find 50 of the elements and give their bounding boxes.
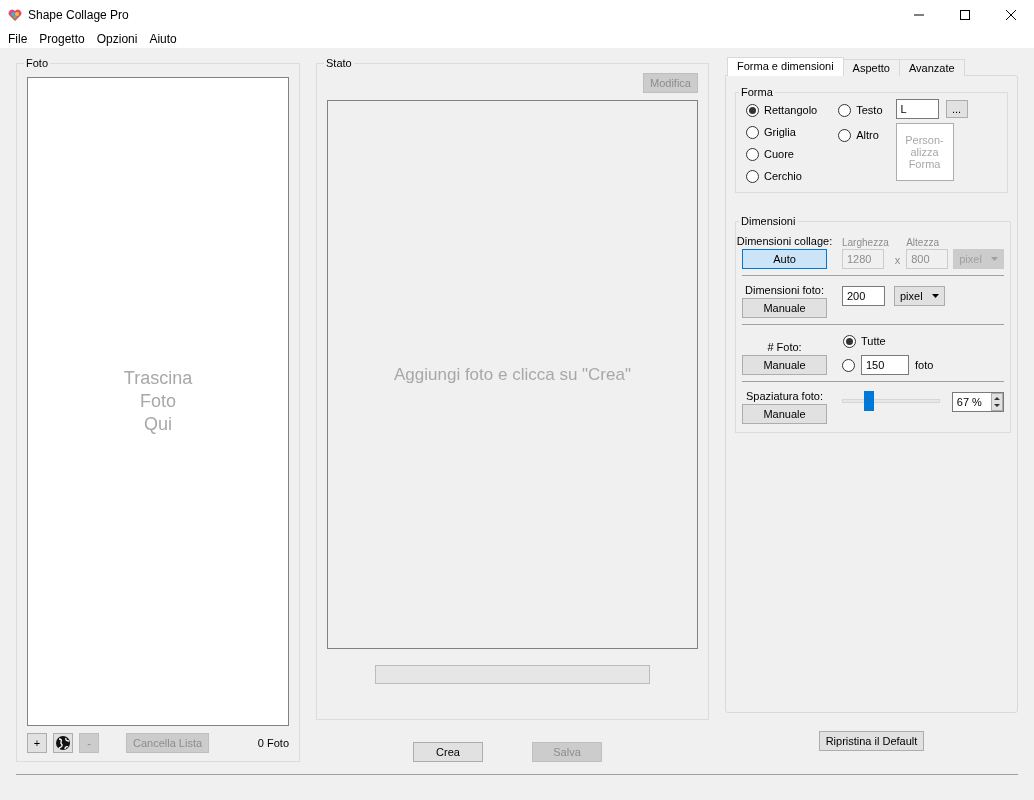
- add-button[interactable]: +: [27, 733, 47, 753]
- field-label: Dimensioni foto:: [745, 284, 824, 296]
- radio-option[interactable]: Cuore: [746, 146, 818, 162]
- field-label: # Foto:: [767, 341, 802, 353]
- group-title: Forma: [740, 86, 774, 98]
- menu-item[interactable]: File: [2, 30, 34, 48]
- action-button[interactable]: Crea: [413, 742, 483, 762]
- menu-item[interactable]: Progetto: [33, 30, 91, 48]
- text-field[interactable]: L: [895, 99, 939, 119]
- radio-option[interactable]: Rettangolo: [746, 102, 818, 118]
- window-title: Shape Collage Pro: [28, 8, 130, 22]
- photo-count: 0 Foto: [257, 737, 289, 749]
- maximize-icon[interactable]: [960, 10, 970, 20]
- tab[interactable]: Aspetto: [842, 59, 900, 76]
- radio-option[interactable]: Tutte: [843, 333, 929, 349]
- close-icon[interactable]: [1006, 10, 1016, 20]
- drop-hint: Trascina Foto Qui: [123, 367, 193, 436]
- caret-icon: [931, 294, 939, 298]
- menu-item[interactable]: Opzioni: [90, 30, 144, 48]
- field-label: Altezza: [906, 237, 940, 248]
- field-label: Spaziatura foto:: [745, 390, 824, 402]
- field-label: Dimensioni collage:: [736, 235, 833, 247]
- preview-hint: Aggiungi foto e clicca su "Crea": [394, 364, 631, 385]
- browse-button[interactable]: ...: [945, 100, 968, 118]
- spacing-spinbox[interactable]: 67 %: [951, 392, 1004, 412]
- size-field[interactable]: 200: [842, 286, 885, 306]
- group-title: Stato: [325, 57, 353, 69]
- unit-dropdown[interactable]: pixel: [894, 286, 945, 306]
- manual-button[interactable]: Manuale: [742, 355, 827, 375]
- manual-button[interactable]: Manuale: [742, 298, 827, 318]
- app-icon: [8, 8, 22, 22]
- web-button[interactable]: [53, 733, 73, 753]
- menu-item[interactable]: Aiuto: [143, 30, 183, 48]
- radio-option[interactable]: Altro: [838, 127, 879, 143]
- count-field[interactable]: 150: [861, 355, 909, 375]
- times-sign: x: [894, 254, 901, 266]
- spin-arrows-icon: [990, 393, 1003, 411]
- radio-option[interactable]: Cerchio: [746, 168, 818, 184]
- manual-button[interactable]: Manuale: [742, 404, 827, 424]
- slider-thumb[interactable]: [863, 391, 874, 411]
- reset-button[interactable]: Ripristina il Default: [818, 731, 925, 751]
- group-title: Dimensioni: [740, 215, 797, 227]
- tab[interactable]: Avanzate: [898, 59, 965, 76]
- tab[interactable]: Forma e dimensioni: [727, 57, 844, 76]
- caret-icon: [990, 257, 998, 261]
- field-unit: foto: [915, 359, 934, 371]
- group-title: Foto: [25, 57, 49, 69]
- radio-option[interactable]: Testo: [838, 102, 883, 118]
- field-label: Larghezza: [842, 237, 889, 248]
- radio-option[interactable]: Griglia: [746, 124, 818, 140]
